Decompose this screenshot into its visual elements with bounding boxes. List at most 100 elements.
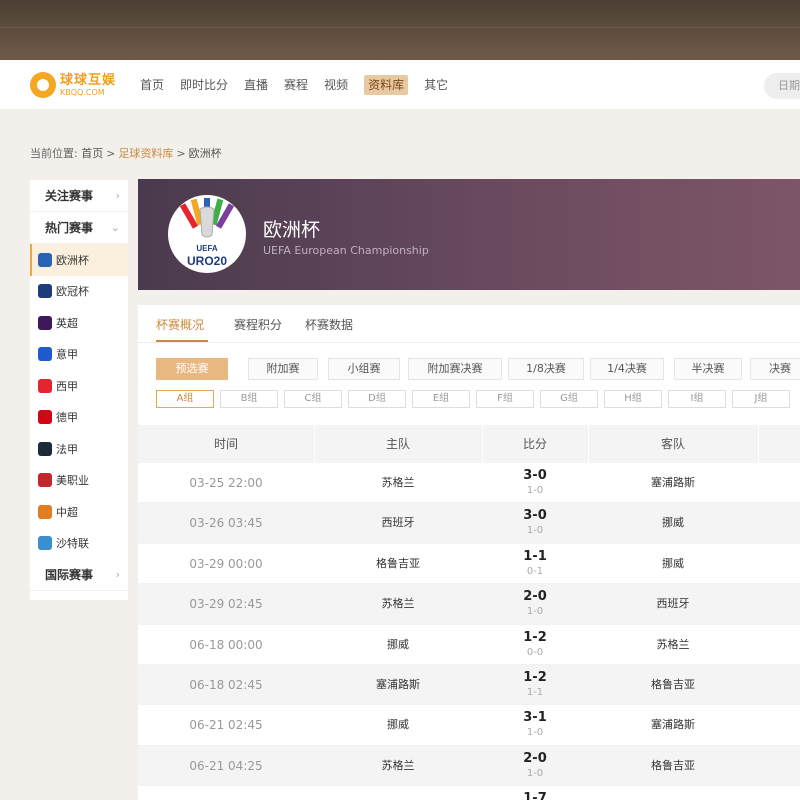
nav-item[interactable]: 赛程 (284, 75, 308, 95)
home-team: 挪威 (387, 718, 409, 732)
match-score: 3-0 1-0 (482, 468, 588, 497)
tab-stats[interactable]: 杯赛数据 (305, 316, 353, 333)
half-time-score: 1-0 (526, 606, 544, 618)
competition-subtitle: UEFA European Championship (263, 244, 429, 257)
stage-button[interactable]: 1/8决赛 (508, 358, 584, 380)
competition-title: 欧洲杯 (263, 219, 321, 241)
table-row[interactable]: 06-21 02:45 挪威 3-1 1-0 塞浦路斯 (138, 705, 800, 746)
nav-item[interactable]: 其它 (424, 75, 448, 95)
away-team: 挪威 (662, 556, 684, 570)
table-row[interactable]: 1-7 (138, 786, 800, 800)
full-time-score: 3-0 (523, 468, 547, 483)
half-time-score: 0-0 (526, 646, 544, 658)
full-time-score: 1-1 (523, 548, 547, 564)
table-row[interactable]: 06-18 02:45 塞浦路斯 1-2 1-1 格鲁吉亚 (138, 664, 800, 706)
sidebar-item-label: 美职业 (56, 474, 89, 488)
half-time-score: 0-1 (526, 565, 544, 577)
tab-overview[interactable]: 杯赛概况 (156, 316, 204, 333)
chevron-right-icon: › (115, 568, 120, 581)
group-button[interactable]: F组 (476, 390, 534, 408)
match-time: 03-29 00:00 (189, 556, 263, 571)
saudi-league-icon (38, 536, 52, 551)
sidebar-group-focus[interactable]: 关注赛事 › (30, 180, 128, 212)
stage-button[interactable]: 小组赛 (328, 358, 400, 380)
table-row[interactable]: 03-29 00:00 格鲁吉亚 1-1 0-1 挪威 (138, 544, 800, 585)
sidebar-item-label: 沙特联 (56, 537, 89, 551)
stage-button[interactable]: 预选赛 (156, 358, 228, 380)
stage-button[interactable]: 决赛 (750, 358, 800, 380)
nav-item[interactable]: 直播 (244, 75, 268, 95)
table-row[interactable]: 03-26 03:45 西班牙 3-0 1-0 挪威 (138, 503, 800, 544)
stage-button[interactable]: 1/4决赛 (590, 358, 664, 380)
table-row[interactable]: 06-18 00:00 挪威 1-2 0-0 苏格兰 (138, 625, 800, 665)
group-button[interactable]: C组 (284, 390, 342, 408)
top-banner (0, 0, 800, 60)
sidebar-item[interactable]: 西甲 (30, 370, 128, 402)
ligue1-icon (38, 441, 52, 456)
match-table: 时间 主队 比分 客队 03-25 22:00 苏格兰 3-0 1-0 塞浦路斯 03-2… (138, 425, 800, 800)
sidebar-item[interactable]: 沙特联 (30, 528, 128, 560)
sidebar-item-label: 欧洲杯 (56, 253, 89, 267)
group-button[interactable]: D组 (348, 390, 406, 408)
match-time: 06-18 02:45 (189, 677, 263, 692)
home-team: 塞浦路斯 (376, 677, 420, 691)
group-button[interactable]: J组 (732, 390, 790, 408)
group-button[interactable]: E组 (412, 390, 470, 408)
nav-item[interactable]: 即时比分 (180, 75, 228, 95)
match-score: 2-0 1-0 (482, 589, 588, 618)
half-time-score: 1-0 (526, 767, 544, 779)
group-button[interactable]: H组 (604, 390, 662, 408)
logo-title: 球球互娱 (60, 72, 117, 88)
match-score: 2-0 1-0 (482, 751, 588, 780)
sidebar-group-international[interactable]: 国际赛事 › (30, 559, 128, 591)
sidebar-group-hot[interactable]: 热门赛事 ⌄ (30, 212, 128, 244)
svg-text:URO20: URO20 (187, 254, 227, 268)
table-header: 时间 主队 比分 客队 (138, 425, 800, 463)
sidebar-item[interactable]: 中超 (30, 496, 128, 528)
sidebar-item[interactable]: 德甲 (30, 402, 128, 434)
group-button[interactable]: A组 (156, 390, 214, 408)
date-search-input[interactable]: 日期 (764, 73, 800, 99)
breadcrumb-home[interactable]: 首页 (81, 147, 103, 160)
stage-button[interactable]: 附加赛 (248, 358, 318, 380)
nav-item[interactable]: 视频 (324, 75, 348, 95)
site-header: 球球互娱 KBQQ.COM 首页 即时比分 直播 赛程 视频 资料库 其它 日期 (0, 60, 800, 110)
breadcrumb-database[interactable]: 足球资料库 (118, 147, 173, 160)
ucl-icon (38, 284, 52, 299)
sidebar-item[interactable]: 意甲 (30, 339, 128, 371)
half-time-score: 1-0 (526, 485, 544, 496)
match-time: 03-26 03:45 (189, 516, 263, 531)
table-row[interactable]: 06-21 04:25 苏格兰 2-0 1-0 格鲁吉亚 (138, 745, 800, 787)
sidebar-item[interactable]: 欧冠杯 (30, 276, 128, 308)
serie-a-icon (38, 347, 52, 362)
chevron-down-icon: ⌄ (110, 221, 120, 234)
sidebar-item[interactable]: 英超 (30, 307, 128, 339)
stage-button[interactable]: 附加赛决赛 (408, 358, 502, 380)
site-logo[interactable]: 球球互娱 KBQQ.COM (30, 70, 116, 100)
sidebar-item[interactable]: 法甲 (30, 433, 128, 465)
sidebar-item-label: 意甲 (56, 348, 78, 362)
full-time-score: 1-2 (523, 669, 547, 685)
active-tab-indicator (156, 340, 208, 342)
group-button[interactable]: G组 (540, 390, 598, 408)
match-score: 3-1 1-0 (482, 710, 588, 739)
nav-item[interactable]: 首页 (140, 75, 164, 95)
tab-schedule-standings[interactable]: 赛程积分 (234, 316, 282, 333)
table-row[interactable]: 03-25 22:00 苏格兰 3-0 1-0 塞浦路斯 (138, 463, 800, 504)
home-team: 格鲁吉亚 (376, 556, 420, 570)
euro-cup-icon (38, 252, 52, 267)
stage-button[interactable]: 半决赛 (674, 358, 742, 380)
sidebar-item[interactable]: 欧洲杯 (30, 244, 128, 276)
group-button[interactable]: I组 (668, 390, 726, 408)
match-score: 3-0 1-0 (482, 508, 588, 537)
half-time-score: 1-1 (526, 686, 544, 698)
main-nav: 首页 即时比分 直播 赛程 视频 资料库 其它 (140, 75, 464, 95)
group-button[interactable]: B组 (220, 390, 278, 408)
match-score: 1-1 0-1 (482, 549, 588, 578)
sidebar-item[interactable]: 美职业 (30, 465, 128, 497)
table-row[interactable]: 03-29 02:45 苏格兰 2-0 1-0 西班牙 (138, 584, 800, 625)
full-time-score: 1-2 (523, 629, 547, 645)
breadcrumb-current: 欧洲杯 (188, 147, 222, 160)
nav-item[interactable]: 资料库 (364, 75, 409, 95)
away-team: 格鲁吉亚 (651, 677, 695, 691)
